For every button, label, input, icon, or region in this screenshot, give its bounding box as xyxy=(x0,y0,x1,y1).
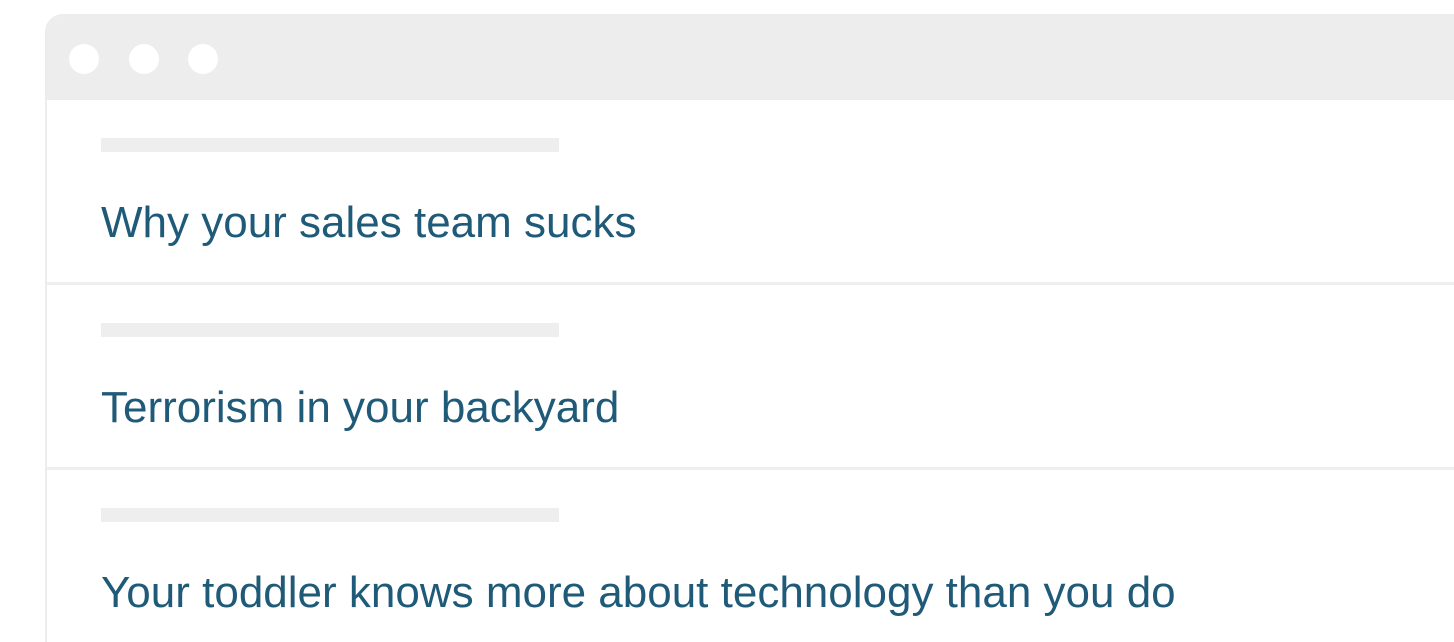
window-minimize-dot[interactable] xyxy=(129,44,159,74)
placeholder-bar xyxy=(101,138,559,152)
headline-link[interactable]: Your toddler knows more about technology… xyxy=(101,568,1176,618)
window-close-dot[interactable] xyxy=(69,44,99,74)
placeholder-bar xyxy=(101,508,559,522)
window-titlebar xyxy=(47,16,1454,100)
headline-list-item[interactable]: Your toddler knows more about technology… xyxy=(47,470,1454,642)
headline-list-item[interactable]: Terrorism in your backyard xyxy=(47,285,1454,470)
headline-list-item[interactable]: Why your sales team sucks xyxy=(47,100,1454,285)
placeholder-bar xyxy=(101,323,559,337)
headline-link[interactable]: Why your sales team sucks xyxy=(101,198,637,248)
window-maximize-dot[interactable] xyxy=(188,44,218,74)
headline-link[interactable]: Terrorism in your backyard xyxy=(101,383,619,433)
browser-window: Why your sales team sucks Terrorism in y… xyxy=(45,14,1454,642)
